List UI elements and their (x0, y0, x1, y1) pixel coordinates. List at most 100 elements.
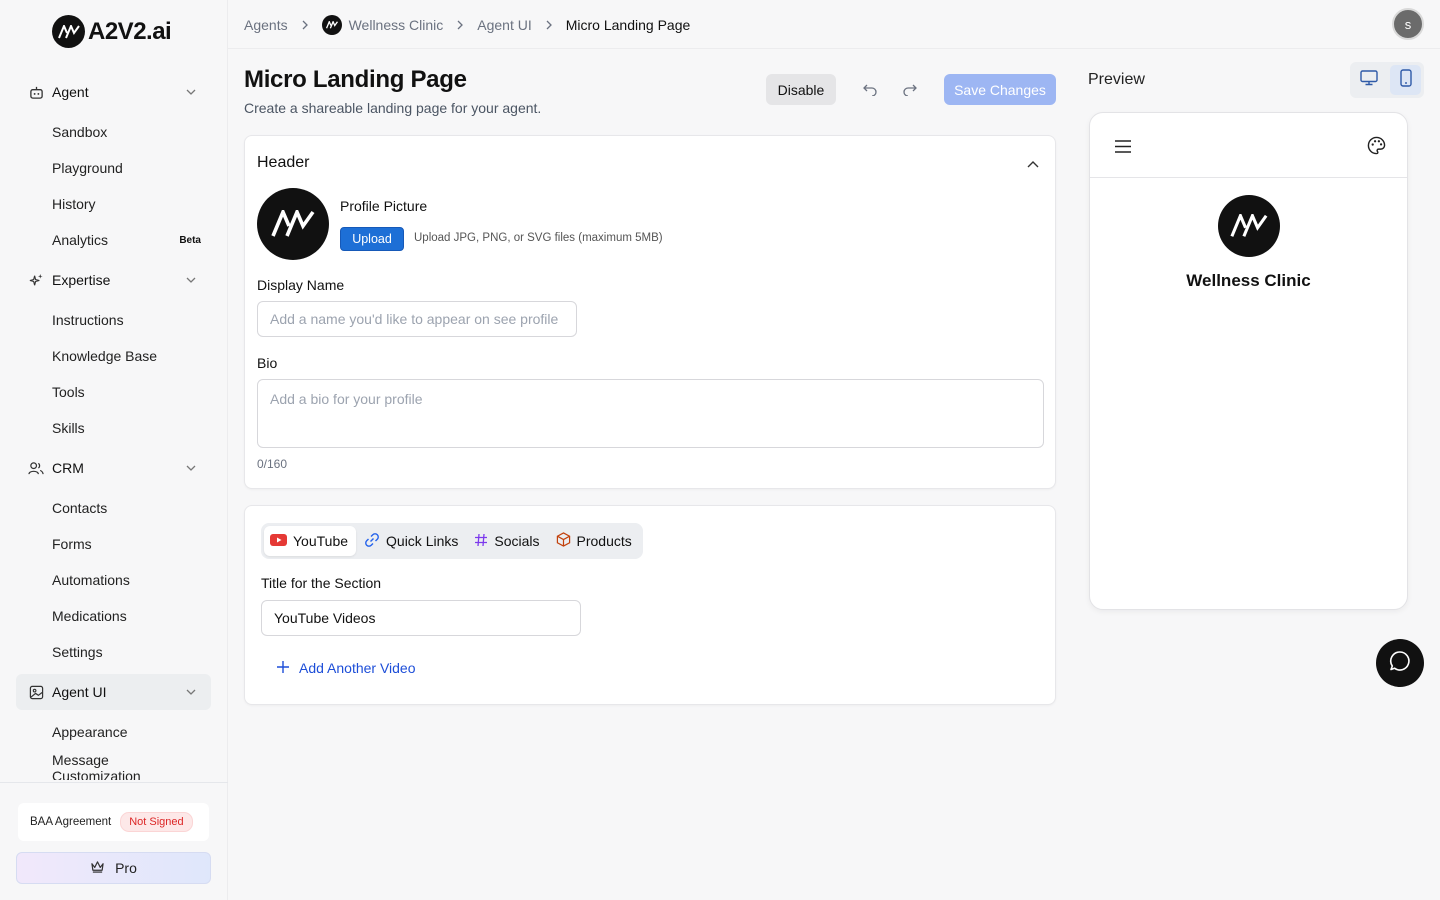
breadcrumb-label: Wellness Clinic (348, 17, 444, 33)
sidebar-item-medications[interactable]: Medications (16, 598, 211, 634)
user-avatar[interactable]: s (1392, 8, 1424, 40)
breadcrumb-agent-ui[interactable]: Agent UI (477, 17, 531, 33)
nav-group-label: Agent UI (52, 684, 107, 700)
chevron-down-icon (185, 86, 197, 98)
tab-socials[interactable]: Socials (468, 526, 547, 556)
chevron-right-icon (546, 20, 552, 30)
nav-group-agent-ui[interactable]: Agent UI (16, 674, 211, 710)
preview-avatar (1218, 195, 1280, 257)
breadcrumb-agents[interactable]: Agents (244, 17, 288, 33)
profile-picture-label: Profile Picture (340, 198, 428, 214)
brand-logo[interactable]: A2V2.ai (52, 15, 172, 48)
chat-button[interactable] (1376, 639, 1424, 687)
section-tabs: YouTube Quick Links Socials Products (261, 523, 643, 559)
sidebar-item-contacts[interactable]: Contacts (16, 490, 211, 526)
sidebar-item-analytics[interactable]: Analytics Beta (16, 222, 211, 258)
mobile-view-button[interactable] (1390, 65, 1421, 95)
smartphone-icon (1399, 68, 1412, 92)
logo-mark-icon (52, 15, 85, 48)
bio-counter: 0/160 (257, 457, 288, 471)
pro-label: Pro (115, 860, 137, 876)
monitor-icon (1359, 69, 1378, 91)
nav-group-agent[interactable]: Agent (16, 74, 211, 110)
chevron-right-icon (302, 20, 308, 30)
chevron-up-icon[interactable] (1025, 156, 1041, 172)
tab-quick-links[interactable]: Quick Links (358, 526, 466, 556)
redo-icon[interactable] (900, 80, 920, 100)
top-bar: Agents Wellness Clinic Agent UI Micro La… (228, 0, 1440, 49)
chevron-down-icon (185, 686, 197, 698)
sidebar-item-history[interactable]: History (16, 186, 211, 222)
tab-label: Products (576, 533, 632, 549)
tab-label: Quick Links (386, 533, 459, 549)
nav-group-expertise[interactable]: Expertise (16, 262, 211, 298)
desktop-view-button[interactable] (1353, 65, 1384, 95)
tab-youtube[interactable]: YouTube (264, 526, 357, 556)
undo-icon[interactable] (860, 80, 880, 100)
sidebar-item-knowledge-base[interactable]: Knowledge Base (16, 338, 211, 374)
sidebar: A2V2.ai Agent Sandbox Playground History… (0, 0, 228, 900)
sidebar-item-playground[interactable]: Playground (16, 150, 211, 186)
breadcrumb-wellness-clinic[interactable]: Wellness Clinic (321, 15, 444, 35)
tab-products[interactable]: Products (550, 526, 640, 556)
sidebar-item-tools[interactable]: Tools (16, 374, 211, 410)
disable-button[interactable]: Disable (766, 74, 836, 105)
device-toggle (1350, 62, 1424, 98)
upload-button[interactable]: Upload (340, 227, 404, 251)
pro-button[interactable]: Pro (16, 852, 211, 884)
sparkles-icon (28, 272, 44, 288)
sidebar-item-forms[interactable]: Forms (16, 526, 211, 562)
tab-label: YouTube (293, 533, 349, 549)
baa-agreement[interactable]: BAA Agreement Not Signed (18, 803, 209, 841)
sidebar-item-settings[interactable]: Settings (16, 634, 211, 670)
nav-group-label: CRM (52, 460, 84, 476)
bio-field[interactable]: Add a bio for your profile (257, 379, 1044, 448)
display-name-label: Display Name (257, 277, 345, 293)
menu-icon[interactable] (1114, 137, 1132, 155)
plus-icon (277, 660, 289, 676)
image-icon (28, 684, 44, 700)
hashtag-icon (474, 533, 488, 550)
sidebar-item-message-customization[interactable]: Message Customization (16, 750, 211, 780)
page-subtitle: Create a shareable landing page for your… (244, 100, 542, 116)
sidebar-item-automations[interactable]: Automations (16, 562, 211, 598)
users-icon (28, 460, 44, 476)
tab-label: Socials (494, 533, 540, 549)
sidebar-nav: Agent Sandbox Playground History Analyti… (16, 74, 211, 780)
sidebar-item-instructions[interactable]: Instructions (16, 302, 211, 338)
status-badge: Not Signed (120, 812, 193, 832)
chevron-right-icon (457, 20, 464, 30)
breadcrumb: Agents Wellness Clinic Agent UI Micro La… (244, 13, 690, 37)
add-video-button[interactable]: Add Another Video (277, 660, 416, 676)
section-title: Header (257, 154, 310, 171)
save-changes-button[interactable]: Save Changes (944, 74, 1056, 105)
palette-icon[interactable] (1366, 135, 1386, 155)
nav-group-crm[interactable]: CRM (16, 450, 211, 486)
beta-badge: Beta (179, 234, 201, 246)
nav-group-label: Agent (52, 84, 89, 100)
baa-label: BAA Agreement (30, 816, 112, 828)
sidebar-item-appearance[interactable]: Appearance (16, 714, 211, 750)
header-section-card: Header Profile Picture Upload Upload JPG… (244, 135, 1056, 489)
sidebar-item-sandbox[interactable]: Sandbox (16, 114, 211, 150)
section-title-field[interactable]: YouTube Videos (261, 600, 581, 636)
add-video-label: Add Another Video (299, 660, 416, 676)
upload-hint: Upload JPG, PNG, or SVG files (maximum 5… (414, 232, 663, 244)
brand-name: A2V2.ai (88, 17, 172, 45)
nav-group-label: Expertise (52, 272, 111, 288)
chevron-down-icon (185, 274, 197, 286)
preview-header (1090, 113, 1407, 178)
sidebar-divider (0, 782, 228, 783)
box-icon (556, 532, 571, 550)
profile-picture (257, 188, 329, 260)
robot-icon (28, 84, 44, 100)
bio-label: Bio (257, 355, 278, 371)
sidebar-item-skills[interactable]: Skills (16, 410, 211, 446)
mobile-preview: Wellness Clinic (1089, 112, 1408, 610)
section-title-label: Title for the Section (261, 575, 382, 591)
youtube-icon (270, 533, 287, 549)
link-icon (364, 532, 380, 551)
crown-icon (90, 860, 105, 876)
breadcrumb-current: Micro Landing Page (565, 17, 691, 33)
display-name-field[interactable]: Add a name you'd like to appear on see p… (257, 301, 577, 337)
